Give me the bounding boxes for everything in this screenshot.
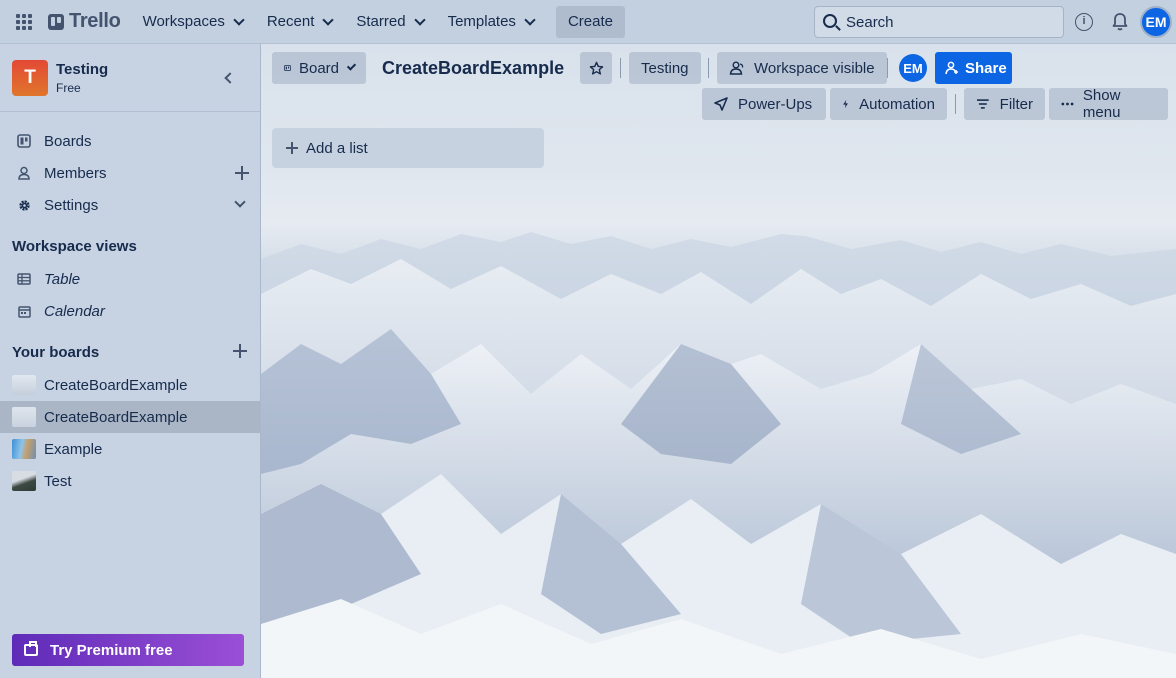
workspace-views-heading: Workspace views [12,238,137,255]
members-icon [16,165,32,181]
board-view-icon [284,65,291,71]
sidebar-item-label: Members [44,164,107,182]
starred-menu[interactable]: Starred [346,6,433,38]
filter-label: Filter [999,95,1033,113]
add-person-icon [945,61,958,75]
recent-menu[interactable]: Recent [257,6,343,38]
apps-grid-icon[interactable] [12,10,36,34]
chevron-down-icon [322,13,335,26]
search-placeholder: Search [846,13,894,31]
add-member-icon[interactable] [235,166,249,180]
chevron-down-icon [524,13,536,26]
chevron-down-icon [233,13,245,26]
sidebar-board-label: CreateBoardExample [44,376,188,394]
boards-icon [16,133,32,149]
board-canvas: Board CreateBoardExample Testing Workspa… [261,44,1176,678]
header-divider [708,58,709,78]
header-divider [887,58,888,78]
board-view-switcher[interactable]: Board [272,52,366,84]
calendar-icon [16,303,32,319]
visibility-label: Workspace visible [754,59,875,77]
starred-menu-label: Starred [356,13,406,30]
sidebar-board-item[interactable]: Test [0,465,260,497]
board-member-avatar[interactable]: EM [899,54,927,82]
sidebar-board-item[interactable]: CreateBoardExample [0,369,260,401]
trello-logo[interactable]: Trello [48,10,121,33]
sidebar-board-item[interactable]: Example [0,433,260,465]
settings-icon [16,197,32,213]
create-button[interactable]: Create [555,5,625,38]
automation-button[interactable]: Automation [830,88,947,120]
people-icon [729,61,744,75]
sidebar-board-label: CreateBoardExample [44,408,188,426]
workspace-button[interactable]: Testing [629,52,701,84]
header-divider [620,58,621,78]
board-title[interactable]: CreateBoardExample [382,58,564,79]
bell-icon[interactable] [1112,12,1128,32]
trello-logo-text: Trello [69,10,121,32]
show-menu-button[interactable]: Show menu [1049,87,1168,121]
sidebar-item-label: Table [44,270,81,288]
sidebar-item-calendar[interactable]: Calendar [0,295,260,327]
more-dots-icon [1061,102,1074,106]
power-ups-label: Power-Ups [738,95,813,113]
sidebar-item-table[interactable]: Table [0,263,260,295]
search-icon [823,14,837,28]
star-icon [589,61,603,75]
add-board-icon[interactable] [233,344,247,358]
gift-icon [24,641,38,656]
share-button[interactable]: Share [935,52,1012,84]
sidebar: T Testing Free Boards Members Settings W… [0,44,261,678]
show-menu-label: Show menu [1082,87,1121,121]
plus-icon [286,142,298,154]
board-thumbnail [12,407,36,427]
rocket-icon [714,97,728,111]
sidebar-item-label: Calendar [44,302,105,320]
lightning-icon [843,99,848,109]
your-boards-heading: Your boards [12,344,100,361]
workspace-name: Testing [56,60,109,78]
sidebar-item-settings[interactable]: Settings [0,189,260,221]
account-avatar[interactable]: EM [1140,6,1172,38]
sidebar-item-label: Settings [44,196,99,214]
board-view-label: Board [298,59,340,77]
chevron-down-icon [346,61,357,71]
workspace-logo: T [12,59,48,96]
sidebar-board-label: Example [44,440,103,458]
try-premium-button[interactable]: Try Premium free [12,634,244,666]
board-thumbnail [12,439,36,459]
workspace-plan: Free [56,80,81,95]
recent-menu-label: Recent [266,13,315,30]
header-divider [955,94,956,114]
table-icon [16,271,32,287]
sidebar-item-boards[interactable]: Boards [0,125,260,157]
chevron-down-icon [413,13,426,26]
trello-logo-icon [48,13,64,30]
visibility-button[interactable]: Workspace visible [717,52,887,84]
star-board-button[interactable] [580,52,612,84]
filter-icon [976,99,989,109]
workspace-header: T Testing Free [0,44,260,112]
board-thumbnail [12,375,36,395]
templates-menu-label: Templates [447,13,516,30]
sidebar-board-item-active[interactable]: CreateBoardExample [0,401,260,433]
templates-menu[interactable]: Templates [438,6,544,38]
workspaces-menu-label: Workspaces [142,13,225,30]
search-input[interactable]: Search [814,6,1064,38]
board-header: Board CreateBoardExample Testing Workspa… [261,44,1176,128]
sidebar-item-members[interactable]: Members [0,157,260,189]
add-list-button[interactable]: Add a list [272,128,544,168]
filter-button[interactable]: Filter [964,88,1045,120]
add-list-label: Add a list [306,139,368,157]
sidebar-board-label: Test [44,472,72,490]
sidebar-item-label: Boards [44,132,92,150]
try-premium-label: Try Premium free [50,641,173,659]
power-ups-button[interactable]: Power-Ups [702,88,826,120]
info-icon[interactable]: i [1075,13,1093,31]
board-thumbnail [12,471,36,491]
automation-label: Automation [859,95,935,113]
share-label: Share [965,59,1007,77]
workspaces-menu[interactable]: Workspaces [133,6,253,38]
